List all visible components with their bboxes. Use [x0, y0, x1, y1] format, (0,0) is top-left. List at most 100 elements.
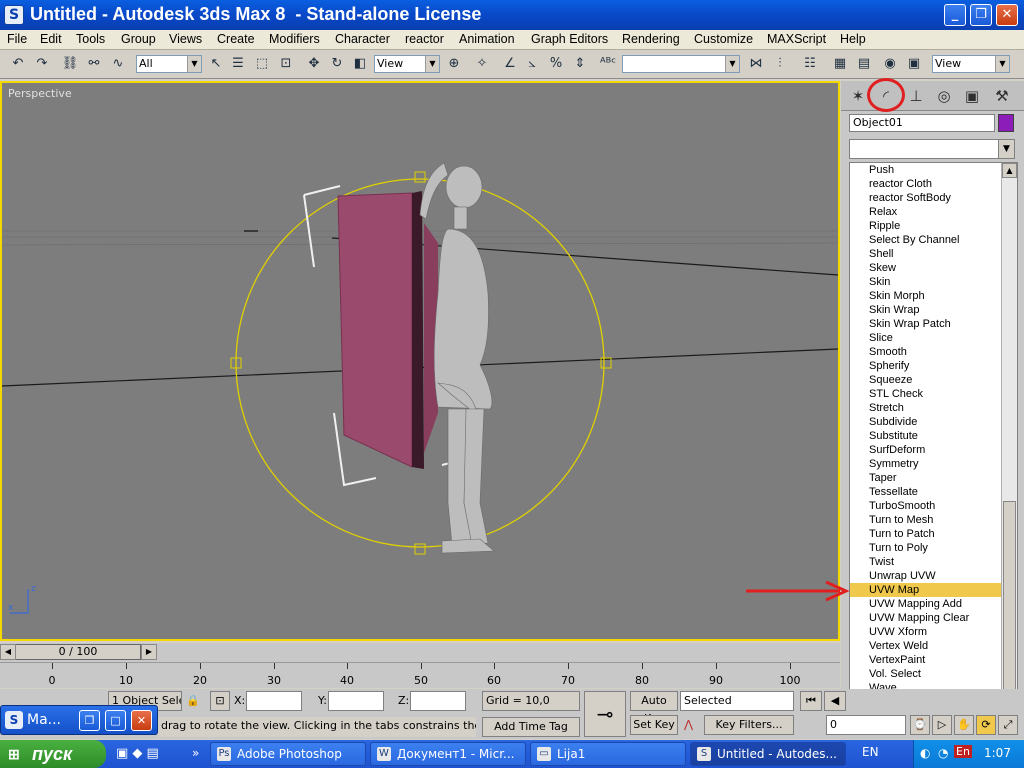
modifier-list-item[interactable]: Twist	[850, 555, 1017, 569]
edit-named-selection-icon[interactable]: ᴬᴮᶜ	[598, 54, 618, 74]
select-and-scale-icon[interactable]: ◧	[350, 54, 370, 74]
menu-modifiers[interactable]: Modifiers	[269, 32, 320, 46]
select-and-move-icon[interactable]: ✥	[304, 54, 324, 74]
start-button[interactable]: ⊞ пуск	[0, 740, 106, 768]
time-slider-thumb[interactable]: 0 / 100	[15, 644, 141, 660]
modifier-list-item[interactable]: Turn to Poly	[850, 541, 1017, 555]
manipulate-icon[interactable]: ✧	[472, 54, 492, 74]
rectangular-selection-icon[interactable]: ⬚	[252, 54, 272, 74]
modifier-list-item[interactable]: Smooth	[850, 345, 1017, 359]
modifier-list-item[interactable]: UVW Mapping Clear	[850, 611, 1017, 625]
modifier-list-scrollbar[interactable]: ▲ ▼	[1001, 163, 1017, 717]
undo-icon[interactable]: ↶	[8, 54, 28, 74]
modifier-list-item[interactable]: Stretch	[850, 401, 1017, 415]
menu-tools[interactable]: Tools	[76, 32, 105, 46]
maximize-viewport-icon[interactable]: ⤢	[998, 715, 1018, 735]
key-filters-button[interactable]: Key Filters...	[704, 715, 794, 735]
object-name-field[interactable]: Object01	[849, 114, 995, 132]
mini-restore-button[interactable]: ❐	[79, 710, 100, 731]
pan-view-icon[interactable]: ✋	[954, 715, 974, 735]
current-frame-field[interactable]: 0	[826, 715, 906, 735]
mirror-icon[interactable]: ⋈	[746, 54, 766, 74]
x-coord-field[interactable]	[246, 691, 302, 711]
key-tangent-icon[interactable]: ⋀	[684, 715, 693, 735]
task-word-document[interactable]: W Документ1 - Micr...	[370, 742, 526, 766]
modifier-list-item[interactable]: reactor SoftBody	[850, 191, 1017, 205]
modifier-list-item[interactable]: Push	[850, 163, 1017, 177]
modifier-list-item[interactable]: Skin Morph	[850, 289, 1017, 303]
curve-editor-icon[interactable]: ▦	[830, 54, 850, 74]
menu-group[interactable]: Group	[121, 32, 156, 46]
go-to-start-icon[interactable]: ⏮	[800, 691, 822, 711]
menu-reactor[interactable]: reactor	[405, 32, 444, 46]
modifier-list-item[interactable]: Select By Channel	[850, 233, 1017, 247]
absolute-mode-icon[interactable]: ⊡	[210, 691, 230, 711]
track-bar[interactable]: 0 10 20 30 40 50 60 70 80 90 100	[0, 662, 840, 688]
add-time-tag-button[interactable]: Add Time Tag	[482, 717, 580, 737]
volume-icon[interactable]: ◔	[938, 746, 948, 760]
utilities-tab-icon[interactable]: ⚒	[989, 84, 1015, 108]
render-view-dropdown[interactable]: View ▼	[932, 55, 1010, 73]
layer-manager-icon[interactable]: ☷	[800, 54, 820, 74]
modifier-list-item[interactable]: Skin	[850, 275, 1017, 289]
modifier-list-item[interactable]: Skin Wrap	[850, 303, 1017, 317]
modifier-list-dropdown[interactable]: ▼	[849, 139, 1015, 159]
modifier-list-item[interactable]: UVW Xform	[850, 625, 1017, 639]
task-folder[interactable]: ▭ Lija1	[530, 742, 686, 766]
percent-snap-icon[interactable]: %	[546, 54, 566, 74]
close-button[interactable]: ✕	[996, 4, 1018, 26]
y-coord-field[interactable]	[328, 691, 384, 711]
time-next-icon[interactable]: ▶	[141, 644, 157, 660]
menu-rendering[interactable]: Rendering	[622, 32, 680, 46]
select-object-icon[interactable]: ↖	[206, 54, 226, 74]
previous-frame-icon[interactable]: ◀	[824, 691, 846, 711]
modifier-list-item[interactable]: Spherify	[850, 359, 1017, 373]
menu-character[interactable]: Character	[335, 32, 390, 46]
reference-coordinate-dropdown[interactable]: View ▼	[374, 55, 440, 73]
time-config-icon[interactable]: ⌚	[910, 715, 930, 735]
select-and-link-icon[interactable]: ⛓	[60, 54, 80, 74]
mini-close-button[interactable]: ✕	[131, 710, 152, 731]
set-key-button[interactable]: Set Key	[630, 715, 678, 735]
menu-maxscript[interactable]: MAXScript	[767, 32, 826, 46]
spinner-snap-icon[interactable]: ⇕	[570, 54, 590, 74]
task-3dsmax[interactable]: S Untitled - Autodes...	[690, 742, 846, 766]
pivot-center-icon[interactable]: ⊕	[444, 54, 464, 74]
modifier-list-item[interactable]: TurboSmooth	[850, 499, 1017, 513]
schematic-view-icon[interactable]: ▤	[854, 54, 874, 74]
object-color-swatch[interactable]	[998, 114, 1014, 132]
viewport-label[interactable]: Perspective	[8, 87, 72, 100]
menu-help[interactable]: Help	[840, 32, 866, 46]
hierarchy-tab-icon[interactable]: ⊥	[903, 84, 929, 108]
quick-launch-icons[interactable]: ▣ ◆ ▤	[116, 746, 159, 761]
menu-edit[interactable]: Edit	[40, 32, 62, 46]
mini-maximize-button[interactable]: □	[105, 710, 126, 731]
3dsmax-icon[interactable]: S	[4, 5, 24, 25]
lock-selection-icon[interactable]: 🔒	[186, 691, 200, 711]
modifier-list-item[interactable]: Shell	[850, 247, 1017, 261]
select-and-rotate-icon[interactable]: ↻	[327, 54, 347, 74]
bind-to-space-warp-icon[interactable]: ∿	[108, 54, 128, 74]
modifier-list-item[interactable]: Ripple	[850, 219, 1017, 233]
perspective-viewport[interactable]: z x Perspective	[0, 81, 840, 641]
render-scene-icon[interactable]: ▣	[904, 54, 924, 74]
modifier-list-item[interactable]: UVW Mapping Add	[850, 597, 1017, 611]
network-icon[interactable]: ◐	[920, 746, 930, 760]
selection-filter-dropdown[interactable]: All ▼	[136, 55, 202, 73]
time-prev-icon[interactable]: ◀	[0, 644, 16, 660]
auto-key-button[interactable]: Auto Key	[630, 691, 678, 725]
modifier-list-item[interactable]: Relax	[850, 205, 1017, 219]
menu-graph-editors[interactable]: Graph Editors	[531, 32, 608, 46]
modifier-list-item[interactable]: UVW Map	[850, 583, 1017, 597]
modifier-list-item[interactable]: reactor Cloth	[850, 177, 1017, 191]
modifier-list-item[interactable]: STL Check	[850, 387, 1017, 401]
snaps-toggle-icon[interactable]: ∠	[500, 54, 520, 74]
unlink-icon[interactable]: ⚯	[84, 54, 104, 74]
modifier-list-item[interactable]: Symmetry	[850, 457, 1017, 471]
menu-views[interactable]: Views	[169, 32, 202, 46]
minimized-window[interactable]: S Ma... ❐ □ ✕	[0, 705, 158, 735]
language-indicator[interactable]: EN	[862, 745, 879, 759]
key-mode-dropdown[interactable]: Selected	[680, 691, 794, 711]
material-editor-icon[interactable]: ◉	[880, 54, 900, 74]
angle-snap-icon[interactable]: ⦣	[522, 54, 542, 74]
